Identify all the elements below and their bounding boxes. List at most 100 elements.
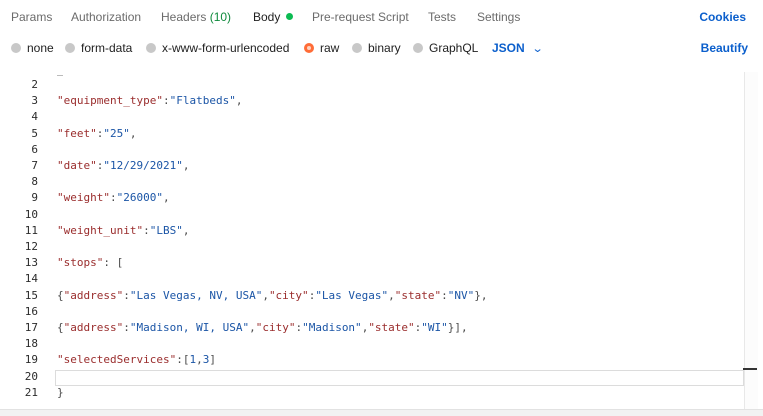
body-option-form-data[interactable]: form-data <box>65 41 132 55</box>
radio-icon <box>65 43 75 53</box>
headers-count-badge: (10) <box>209 10 232 24</box>
line-number: 9 <box>31 191 38 205</box>
body-option-label: none <box>27 41 54 55</box>
code-token: "feet" <box>57 126 97 140</box>
body-option-label: GraphQL <box>429 41 479 55</box>
line-number: 14 <box>24 272 38 286</box>
code-token: "WI" <box>421 321 448 334</box>
body-option-label: form-data <box>81 41 133 55</box>
line-number: 8 <box>31 175 38 189</box>
code-token: , <box>196 353 203 367</box>
editor-scrollbar[interactable] <box>744 72 758 409</box>
tab-params[interactable]: Params <box>11 10 52 24</box>
code-token: "equipment_type" <box>57 94 163 108</box>
code-token: , <box>182 223 190 237</box>
line-number: 21 <box>24 385 38 399</box>
code-token: , <box>182 159 190 172</box>
line-number-gutter: 2 3 4 5 6 7 8 9 10 11 12 13 14 15 16 17 18 19 20 21 <box>0 72 44 409</box>
body-option-binary[interactable]: binary <box>352 41 401 55</box>
code-line: "equipment_type":"Flatbeds", <box>57 94 242 107</box>
tab-tests[interactable]: Tests <box>428 10 456 24</box>
line-number: 11 <box>24 223 38 237</box>
line-number: 13 <box>24 256 38 270</box>
code-token: "city" <box>255 321 296 334</box>
code-token: "12/29/2021" <box>103 159 183 172</box>
tab-pre-request-script[interactable]: Pre-request Script <box>312 10 409 24</box>
code-line: {"address":"Las Vegas, NV, USA","city":"… <box>57 289 488 302</box>
code-token: , <box>129 126 137 140</box>
code-token: : <box>162 94 170 108</box>
code-line: "weight":"26000", <box>57 191 170 204</box>
code-token: "26000" <box>116 191 163 205</box>
code-token: }, <box>474 288 488 302</box>
code-token: "weight_unit" <box>57 223 144 237</box>
line-number: 5 <box>31 126 38 140</box>
code-token: : <box>441 288 448 302</box>
code-line: "weight_unit":"LBS", <box>57 224 189 237</box>
line-number: 6 <box>31 142 38 156</box>
line-number: 20 <box>24 369 38 383</box>
code-token: } <box>57 385 64 399</box>
code-token: "state" <box>368 321 415 334</box>
code-token: "Las Vegas" <box>315 288 389 302</box>
code-token: : [ <box>103 256 124 270</box>
line-number: 15 <box>24 288 38 302</box>
tab-body-label: Body <box>253 10 281 24</box>
tab-authorization[interactable]: Authorization <box>71 10 141 24</box>
code-token: "address" <box>63 288 124 302</box>
code-token: "Flatbeds" <box>169 94 236 108</box>
line-number: 18 <box>24 337 38 351</box>
code-token: , <box>249 321 256 334</box>
code-token: : <box>109 191 117 205</box>
cookies-link[interactable]: Cookies <box>699 10 746 24</box>
code-token: }], <box>447 321 468 334</box>
line-number: 19 <box>24 353 38 367</box>
code-line: "feet":"25", <box>57 127 137 140</box>
code-line: "stops": [ <box>57 256 123 269</box>
body-option-raw[interactable]: raw <box>304 41 339 55</box>
chevron-down-icon: ⌄ <box>531 43 544 55</box>
active-dot-icon <box>286 13 294 20</box>
tab-headers[interactable]: Headers (10) <box>161 10 231 24</box>
active-line-highlight <box>55 370 744 386</box>
line-number: 7 <box>31 159 38 172</box>
radio-icon <box>146 43 156 53</box>
code-line: "date":"12/29/2021", <box>57 159 189 172</box>
code-token: , <box>235 94 243 108</box>
code-editor[interactable]: 2 3 4 5 6 7 8 9 10 11 12 13 14 15 16 17 18 19 20 21 "equipm… <box>0 72 760 409</box>
request-tabs: Params Authorization Headers (10) Body P… <box>0 0 763 34</box>
body-type-bar: none form-data x-www-form-urlencoded raw… <box>0 34 763 66</box>
radio-icon <box>413 43 423 53</box>
body-option-x-www-form-urlencoded[interactable]: x-www-form-urlencoded <box>146 41 289 55</box>
code-token: "25" <box>103 126 130 140</box>
tab-body[interactable]: Body <box>253 10 294 24</box>
code-line: {"address":"Madison, WI, USA","city":"Ma… <box>57 321 468 334</box>
beautify-button[interactable]: Beautify <box>701 41 748 55</box>
code-token: "weight" <box>57 191 110 205</box>
code-token: "selectedServices" <box>57 353 177 367</box>
code-token: "address" <box>63 321 124 334</box>
code-token: "Madison, WI, USA" <box>129 321 250 334</box>
code-token: :[ <box>176 353 190 367</box>
code-token: "date" <box>57 159 97 172</box>
body-option-label: x-www-form-urlencoded <box>162 41 290 55</box>
folded-line-marker <box>57 72 63 76</box>
code-token: "Las Vegas, NV, USA" <box>129 288 263 302</box>
tab-settings[interactable]: Settings <box>477 10 520 24</box>
format-dropdown[interactable]: JSON ⌄ <box>492 41 544 55</box>
code-token: : <box>123 321 130 334</box>
body-option-label: raw <box>320 41 340 55</box>
body-option-none[interactable]: none <box>11 41 54 55</box>
code-line: "selectedServices":[1,3] <box>57 353 216 366</box>
code-token: "Madison" <box>302 321 362 334</box>
code-token: , <box>388 288 395 302</box>
body-option-graphql[interactable]: GraphQL <box>413 41 478 55</box>
code-token: , <box>262 288 269 302</box>
line-number: 12 <box>24 240 38 253</box>
radio-icon <box>352 43 362 53</box>
body-option-label: binary <box>368 41 401 55</box>
line-number: 4 <box>31 110 38 124</box>
line-number: 2 <box>31 78 38 91</box>
code-token: "stops" <box>57 256 104 270</box>
code-token: , <box>162 191 170 205</box>
